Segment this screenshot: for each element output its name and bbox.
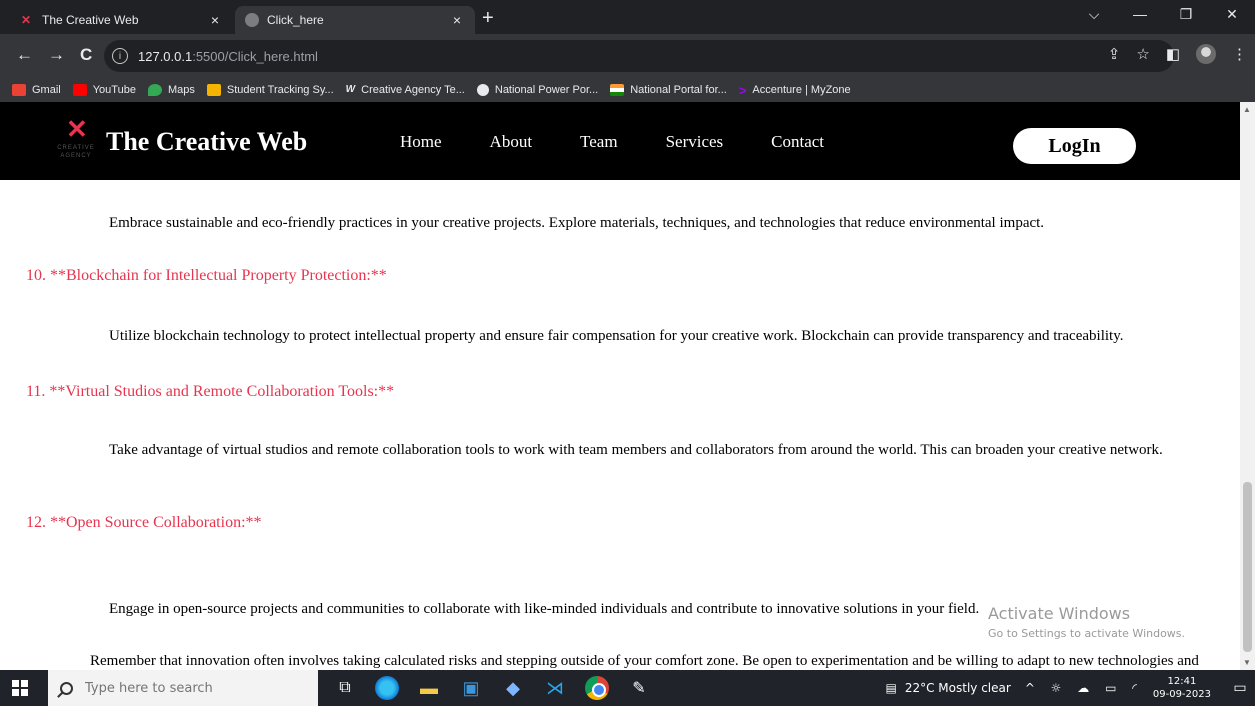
chart-icon xyxy=(206,84,221,96)
youtube-icon xyxy=(72,84,87,96)
windows-start-icon[interactable] xyxy=(12,680,28,696)
clock-date: 09-09-2023 xyxy=(1152,689,1211,700)
file-explorer-icon[interactable]: ▬ xyxy=(414,675,444,701)
notification-center-icon[interactable]: ▭ xyxy=(1225,680,1255,696)
nav-home[interactable]: Home xyxy=(400,132,442,152)
heading-open-source: 12. **Open Source Collaboration:** xyxy=(26,514,262,531)
close-tab-icon[interactable]: × xyxy=(449,12,465,28)
site-nav: Home About Team Services Contact xyxy=(400,132,872,152)
nav-services[interactable]: Services xyxy=(666,132,724,152)
tab-title: The Creative Web xyxy=(42,13,139,27)
tab-search-icon[interactable]: ⌵ xyxy=(1071,0,1117,34)
gmail-icon xyxy=(12,84,26,96)
paragraph-sustainability: Embrace sustainable and eco-friendly pra… xyxy=(109,215,1045,231)
task-view-icon[interactable]: ⧉ xyxy=(330,675,360,701)
site-info-icon[interactable]: i xyxy=(112,48,128,64)
heading-blockchain: 10. **Blockchain for Intellectual Proper… xyxy=(26,267,387,284)
bookmark-accenture[interactable]: > Accenture | MyZone xyxy=(739,83,851,98)
nav-about[interactable]: About xyxy=(490,132,533,152)
heading-virtual-studios: 11. **Virtual Studios and Remote Collabo… xyxy=(26,383,395,400)
bookmark-gmail[interactable]: Gmail xyxy=(12,84,61,96)
nav-team[interactable]: Team xyxy=(580,132,618,152)
browser-tab-strip: ✕ The Creative Web × Click_here × + ⌵ — … xyxy=(0,0,1255,34)
india-flag-icon xyxy=(610,84,625,96)
page-viewport[interactable]: ✕ CREATIVE AGENCY The Creative Web Home … xyxy=(0,102,1240,670)
microsoft-store-icon[interactable]: ▣ xyxy=(456,675,486,701)
window-controls: ⌵ — ❐ ✕ xyxy=(1071,0,1255,34)
nav-contact[interactable]: Contact xyxy=(771,132,824,152)
close-window-button[interactable]: ✕ xyxy=(1209,0,1255,34)
site-header: ✕ CREATIVE AGENCY The Creative Web Home … xyxy=(0,102,1240,180)
tab-title: Click_here xyxy=(267,13,324,27)
tray-icons[interactable]: ^ ☼ ☁ ▭ ◜ xyxy=(1025,681,1143,695)
bookmarks-bar: Gmail YouTube Maps Student Tracking Sy..… xyxy=(0,78,1255,102)
close-tab-icon[interactable]: × xyxy=(207,12,223,28)
url-host: 127.0.0.1 xyxy=(138,48,193,64)
maps-pin-icon xyxy=(147,84,162,96)
page-scrollbar[interactable]: ▲ ▼ xyxy=(1240,102,1255,670)
tab-click-here[interactable]: Click_here × xyxy=(235,6,475,34)
taskbar-clock[interactable]: 12:41 09-09-2023 xyxy=(1153,675,1211,701)
paragraph-closing: Remember that innovation often involves … xyxy=(90,653,1199,669)
logo-subtitle: CREATIVE AGENCY xyxy=(57,145,95,159)
chrome-browser-icon[interactable] xyxy=(585,676,609,700)
new-tab-button[interactable]: + xyxy=(482,8,494,28)
bookmark-youtube[interactable]: YouTube xyxy=(72,84,136,96)
globe-icon xyxy=(476,84,489,96)
watermark-title: Activate Windows xyxy=(988,604,1131,623)
bookmark-national-portal[interactable]: National Portal for... xyxy=(610,84,727,96)
scrollbar-thumb[interactable] xyxy=(1243,482,1252,652)
bookmark-star-icon[interactable]: ☆ xyxy=(1136,45,1149,63)
address-bar[interactable]: i 127.0.0.1:5500/Click_here.html xyxy=(104,40,1174,72)
site-logo[interactable]: ✕ CREATIVE AGENCY xyxy=(56,114,96,170)
taskbar-apps: ⧉ ▬ ▣ ◆ ⋊ ✎ xyxy=(330,675,654,701)
browser-toolbar: ← → C i 127.0.0.1:5500/Click_here.html ⇪… xyxy=(0,34,1255,78)
bookmark-national-power[interactable]: National Power Por... xyxy=(476,84,598,96)
restore-button[interactable]: ❐ xyxy=(1163,0,1209,34)
login-button[interactable]: LogIn xyxy=(1013,128,1136,164)
weather-status[interactable]: 22°C Mostly clear xyxy=(905,681,1011,695)
accenture-arrow-icon: > xyxy=(738,82,747,98)
weather-icon[interactable]: ▤ xyxy=(886,681,897,695)
minimize-button[interactable]: — xyxy=(1117,0,1163,34)
taskbar-search-input[interactable] xyxy=(85,680,285,696)
app-icon[interactable]: ◆ xyxy=(498,675,528,701)
taskbar-search[interactable] xyxy=(48,670,318,706)
scroll-up-icon[interactable]: ▲ xyxy=(1243,105,1251,114)
clock-time: 12:41 xyxy=(1167,676,1197,687)
site-brand-title[interactable]: The Creative Web xyxy=(106,127,307,157)
profile-avatar[interactable] xyxy=(1196,44,1216,64)
w-logo-icon: W xyxy=(345,84,356,95)
scroll-down-icon[interactable]: ▼ xyxy=(1243,658,1251,667)
bookmark-maps[interactable]: Maps xyxy=(147,84,195,96)
tab-the-creative-web[interactable]: ✕ The Creative Web × xyxy=(8,6,233,34)
back-button[interactable]: ← xyxy=(16,44,33,66)
reload-button[interactable]: C xyxy=(80,44,92,66)
vscode-icon[interactable]: ⋊ xyxy=(540,675,570,701)
globe-favicon-icon xyxy=(245,13,259,27)
watermark-subtitle: Go to Settings to activate Windows. xyxy=(988,627,1186,640)
toolbar-actions: ⇪ ☆ ◧ ⋮ xyxy=(1108,44,1247,64)
url-path: :5500/Click_here.html xyxy=(192,48,318,64)
search-icon xyxy=(60,681,73,695)
forward-button[interactable]: → xyxy=(48,44,65,66)
activate-windows-watermark: Activate Windows Go to Settings to activ… xyxy=(988,604,1185,640)
side-panel-icon[interactable]: ◧ xyxy=(1166,45,1180,63)
menu-dots-icon[interactable]: ⋮ xyxy=(1232,45,1247,63)
paragraph-virtual-studios: Take advantage of virtual studios and re… xyxy=(109,442,1163,458)
bookmark-student-tracking[interactable]: Student Tracking Sy... xyxy=(206,84,334,96)
system-tray: ▤ 22°C Mostly clear ^ ☼ ☁ ▭ ◜ 12:41 09-0… xyxy=(886,670,1255,706)
edge-browser-icon[interactable] xyxy=(375,676,399,700)
creative-logo-favicon-icon: ✕ xyxy=(20,13,32,27)
bookmark-creative-agency[interactable]: W Creative Agency Te... xyxy=(346,84,465,96)
logo-x-icon: ✕ xyxy=(66,114,88,144)
windows-taskbar: ⧉ ▬ ▣ ◆ ⋊ ✎ ▤ 22°C Mostly clear ^ ☼ ☁ ▭ … xyxy=(0,670,1255,706)
paragraph-blockchain: Utilize blockchain technology to protect… xyxy=(109,328,1124,344)
share-icon[interactable]: ⇪ xyxy=(1108,45,1121,63)
notepad-icon[interactable]: ✎ xyxy=(624,675,654,701)
